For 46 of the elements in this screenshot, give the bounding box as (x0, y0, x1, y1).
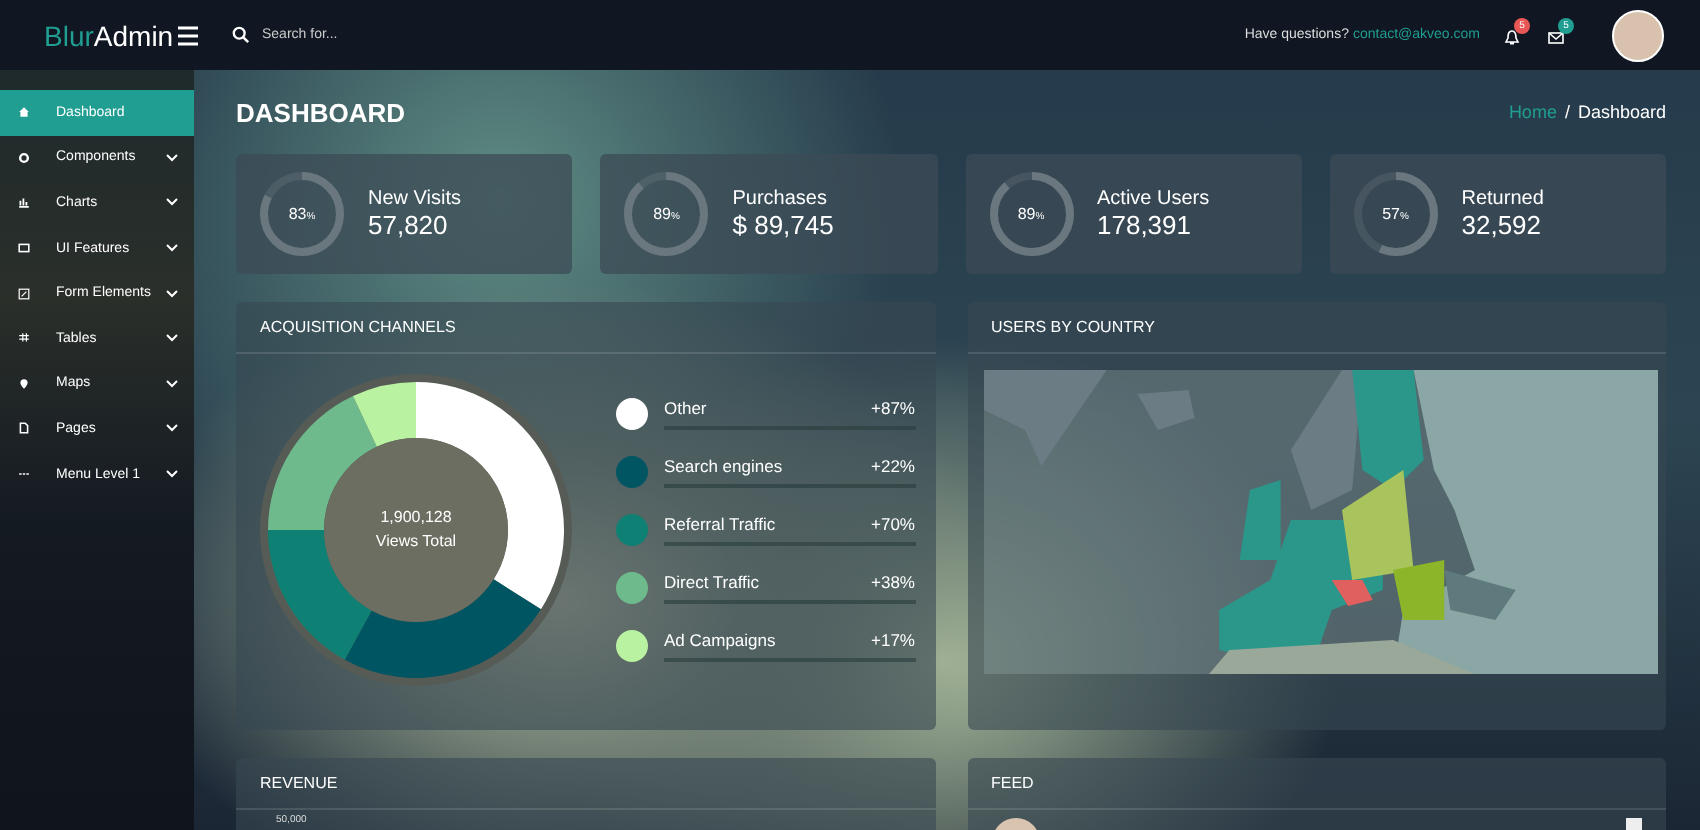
edit-icon (18, 287, 30, 300)
search-icon (232, 26, 250, 44)
pin-icon (18, 377, 30, 390)
channel-change: +38% (871, 572, 915, 592)
panel-title: REVENUE (236, 758, 935, 810)
channel-name: Direct Traffic (664, 572, 760, 592)
stat-label: Purchases (732, 188, 829, 210)
mail-icon[interactable] (1548, 29, 1564, 45)
channel-name: Other (664, 398, 707, 418)
bell-icon[interactable] (1504, 29, 1520, 45)
home-icon (18, 106, 30, 119)
total-value: 1,900,128 (380, 506, 452, 530)
breadcrumb-item: Dashboard (1577, 102, 1666, 122)
stat-label: New Visits (368, 188, 461, 210)
page-icon (18, 422, 30, 435)
dots-icon (18, 468, 30, 481)
channel-name: Ad Campaigns (664, 630, 776, 650)
stat-label: Active Users (1097, 188, 1210, 210)
stat-value: $ 89,745 (732, 210, 834, 240)
monitor-icon (18, 242, 30, 255)
channel-change: +70% (871, 514, 915, 534)
progress-ring (1353, 172, 1438, 256)
logo[interactable]: BlurAdmin (44, 19, 176, 51)
channel-change: +22% (871, 456, 915, 476)
gear-icon (18, 151, 30, 164)
avatar[interactable] (1612, 9, 1664, 61)
progress-ring (989, 172, 1073, 256)
panel-title: USERS BY COUNTRY (967, 302, 1666, 354)
breadcrumb-separator: / (1564, 102, 1570, 122)
progress-ring (624, 172, 709, 256)
stat-value: 32,592 (1461, 210, 1544, 240)
channel-change: +87% (871, 398, 915, 418)
channel-name: Referral Traffic (664, 514, 776, 534)
stat-label: Returned (1461, 188, 1544, 210)
panel-title: ACQUISITION CHANNELS (236, 302, 935, 354)
panel-title: FEED (967, 758, 1666, 810)
stat-value: 178,391 (1097, 210, 1193, 240)
progress-ring (260, 172, 344, 256)
channel-name: Search engines (664, 456, 783, 476)
menu-icon[interactable] (176, 23, 200, 47)
page-title: DASHBOARD (236, 97, 405, 127)
chart-icon (18, 196, 30, 209)
total-label: Views Total (375, 530, 457, 554)
grid-icon (18, 332, 30, 345)
stat-value: 57,820 (368, 210, 450, 240)
channel-change: +17% (871, 630, 915, 650)
